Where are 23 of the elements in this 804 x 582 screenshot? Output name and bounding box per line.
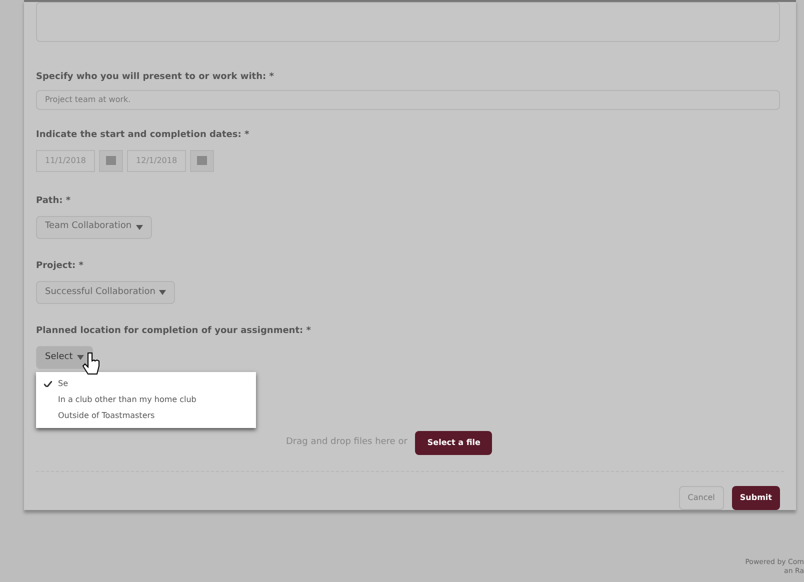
dropdown-option[interactable]: Outside of Toastmasters — [36, 408, 256, 424]
calendar-icon — [106, 156, 116, 166]
dropdown-option[interactable]: Se — [36, 376, 256, 392]
project-dropdown[interactable]: Successful Collaboration — [36, 280, 176, 304]
drop-hint: Drag and drop files here or — [286, 436, 408, 450]
calendar-button[interactable] — [190, 150, 214, 172]
select-file-button[interactable]: Select a file — [415, 431, 492, 455]
calendar-button[interactable] — [99, 150, 124, 172]
calendar-icon — [197, 156, 208, 166]
field-label: Specify who you will present to or work with: * — [36, 72, 274, 82]
caret-icon — [136, 224, 143, 230]
path-dropdown[interactable]: Team Collaboration — [36, 216, 152, 239]
dropdown-option[interactable]: In a club other than my home club — [36, 392, 256, 408]
option-label: Outside of Toastmasters — [58, 410, 155, 422]
option-label: In a club other than my home club — [58, 394, 196, 406]
caret-icon — [76, 354, 84, 360]
field-label: Planned location for completion of your assignment: * — [36, 326, 311, 336]
field-label: Indicate the start and completion dates: * — [36, 130, 250, 140]
option-label: Se — [58, 378, 68, 390]
field-label: Path: * — [36, 196, 71, 206]
caret-icon — [159, 290, 166, 295]
submit-button[interactable]: Submit — [732, 486, 780, 510]
field-label: Project: * — [36, 260, 84, 271]
